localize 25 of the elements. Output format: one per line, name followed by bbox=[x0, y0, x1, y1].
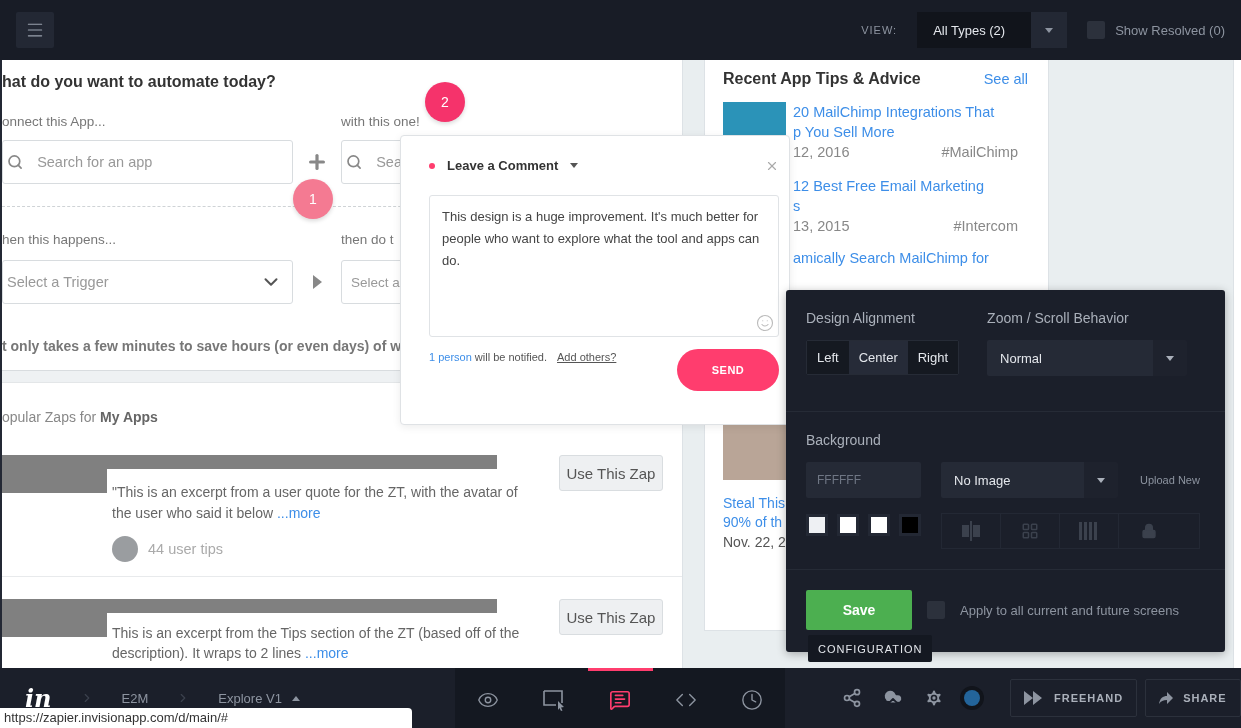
checkbox-label: Show Resolved (0) bbox=[1115, 22, 1225, 38]
field-label: with this one! bbox=[341, 113, 420, 131]
tip-tag: #MailChimp bbox=[941, 144, 1018, 160]
field-label: hen this happens... bbox=[2, 231, 117, 249]
view-label: VIEW: bbox=[861, 24, 898, 36]
field-label: then do t bbox=[341, 231, 394, 249]
tips-count: 44 user tips bbox=[148, 541, 223, 557]
tip-date: 13, 2015 bbox=[793, 218, 850, 234]
tooltip: CONFIGURATION bbox=[808, 635, 933, 662]
status-url: https://zapier.invisionapp.com/d/main/# bbox=[0, 708, 412, 728]
checkbox-label: Apply to all current and future screens bbox=[960, 602, 1179, 618]
popover-title: Leave a Comment bbox=[447, 158, 559, 173]
zap-description: "This is an excerpt from a user quote for the ZT, with the avatar of the user who said it below ...more bbox=[112, 483, 519, 523]
setting-label: Zoom / Scroll Behavior bbox=[987, 310, 1130, 326]
page-heading: hat do you want to automate today? bbox=[2, 73, 277, 92]
setting-label: Design Alignment bbox=[806, 310, 916, 326]
section-heading: opular Zaps for My Apps bbox=[2, 409, 159, 425]
tip-tag: #Intercom bbox=[953, 218, 1018, 234]
card-title: Recent App Tips & Advice bbox=[723, 70, 921, 88]
tip-date: 12, 2016 bbox=[793, 144, 850, 160]
setting-label: Background bbox=[806, 432, 882, 448]
field-label: onnect this App... bbox=[2, 113, 106, 131]
tip-date: Nov. 22, 2 bbox=[723, 534, 786, 550]
notify-text: 1 person will be notified. bbox=[429, 351, 548, 363]
zap-description: This is an excerpt from the Tips section of the ZT (based off of the description). It wraps to 2 lines ...more bbox=[112, 624, 521, 663]
